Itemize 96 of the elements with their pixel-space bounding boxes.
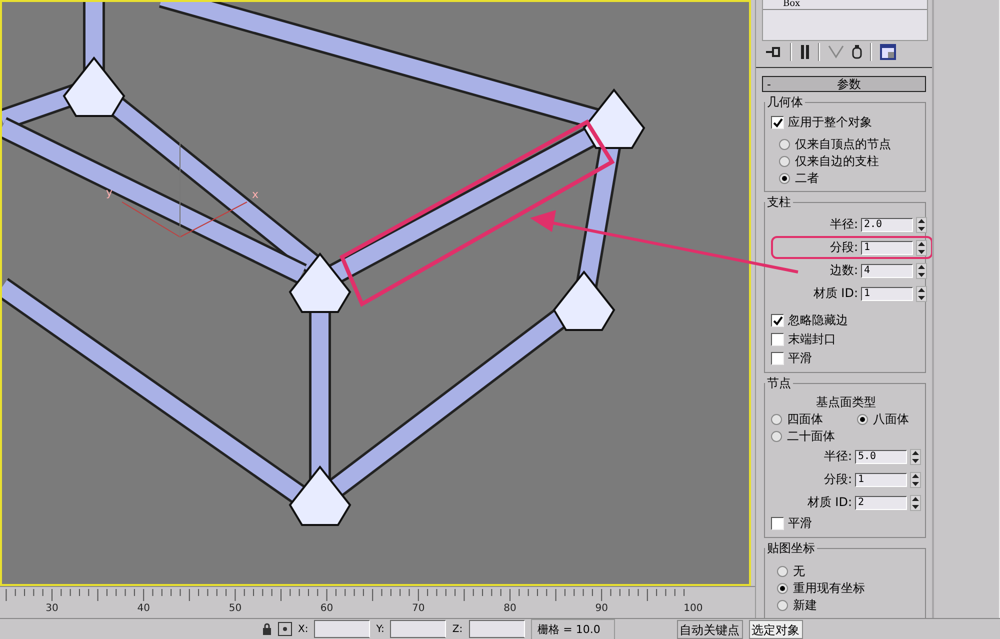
checkbox-label: 忽略隐藏边: [788, 312, 848, 330]
group-title: 节点: [766, 375, 792, 392]
crosshair-icon[interactable]: [278, 622, 292, 636]
coordinate-label: Y:: [376, 624, 384, 634]
checkbox-label: 平滑: [788, 515, 812, 532]
checkbox-label: 应用于整个对象: [788, 114, 872, 132]
spinner-arrows-icon[interactable]: [916, 216, 927, 233]
axis-tripod-icon: [122, 142, 248, 238]
subsection-title: 基点面类型: [815, 394, 877, 412]
radio-button[interactable]: [777, 583, 788, 594]
spinner-arrows-icon[interactable]: [910, 494, 921, 511]
ruler-tick-label: 80: [504, 603, 516, 613]
group-title: 贴图坐标: [766, 540, 816, 558]
spinner-arrows-icon[interactable]: [916, 240, 927, 256]
checkbox-row[interactable]: 忽略隐藏边: [771, 311, 921, 330]
spinner-field[interactable]: 1: [855, 472, 907, 487]
radio-button[interactable]: [857, 414, 868, 426]
radio-option[interactable]: 八面体: [857, 411, 921, 428]
spinner-field[interactable]: 2.0: [861, 218, 913, 232]
ruler-tick-label: 90: [595, 603, 608, 613]
radio-button[interactable]: [779, 139, 790, 150]
coordinate-label: X:: [298, 624, 308, 634]
y-coordinate-field[interactable]: [390, 620, 446, 638]
radio-option[interactable]: 二十面体: [771, 428, 847, 446]
radio-label: 仅来自顶点的节点: [795, 136, 891, 154]
ruler-tick-label: 70: [412, 603, 425, 613]
z-coordinate-field[interactable]: [468, 620, 525, 638]
spinner-field[interactable]: 1: [861, 240, 913, 255]
radio-label: 仅来自边的支柱: [795, 153, 879, 170]
coordinate-label: Z:: [452, 624, 463, 634]
spinner-field[interactable]: 1: [861, 286, 913, 301]
pipe-icon[interactable]: [800, 44, 810, 59]
checkbox-label: 平滑: [788, 350, 812, 368]
field-label: 分段:: [824, 471, 852, 488]
selection-dropdown[interactable]: 选定对象: [748, 620, 803, 638]
grid-size-readout: 栅格 = 10.0: [530, 618, 615, 639]
spinner-arrows-icon[interactable]: [910, 448, 921, 465]
spinner-arrows-icon[interactable]: [910, 472, 921, 488]
radio-label: 无: [793, 563, 805, 580]
radio-label: 八面体: [873, 411, 909, 428]
radio-label: 四面体: [787, 411, 823, 428]
pin-icon[interactable]: [766, 46, 782, 58]
ruler-tick-label: 60: [320, 603, 334, 613]
radio-button[interactable]: [771, 414, 782, 426]
field-label: 边数:: [830, 262, 858, 280]
radio-option[interactable]: 无: [777, 563, 921, 580]
checkbox[interactable]: [771, 352, 784, 366]
ruler-tick-label: 30: [46, 603, 58, 613]
checkbox[interactable]: [771, 333, 784, 346]
radio-option[interactable]: 仅来自顶点的节点: [779, 136, 921, 154]
field-label: 分段:: [830, 239, 858, 256]
checkbox[interactable]: [771, 517, 784, 530]
radio-option[interactable]: 二者: [779, 170, 921, 188]
radio-label: 二十面体: [787, 428, 835, 446]
rollout-header[interactable]: - 参数: [762, 76, 926, 92]
field-label: 半径:: [830, 216, 858, 234]
spinner-field[interactable]: 5.0: [855, 450, 907, 464]
checkbox[interactable]: [771, 116, 784, 130]
group-title: 几何体: [766, 94, 804, 112]
radio-button[interactable]: [777, 600, 788, 612]
checkbox-row[interactable]: 末端封口: [771, 330, 921, 350]
field-label: 半径:: [824, 448, 852, 466]
radio-option[interactable]: 新建: [777, 597, 921, 614]
group-title: 支柱: [766, 194, 792, 212]
ruler-tick-label: 40: [137, 603, 150, 613]
ruler-tick-label: 50: [228, 603, 242, 613]
x-coordinate-field[interactable]: [314, 620, 370, 638]
radio-option[interactable]: 重用现有坐标: [777, 580, 921, 598]
lock-icon[interactable]: [262, 623, 272, 635]
radio-label: 新建: [793, 597, 817, 614]
radio-label: 重用现有坐标: [793, 580, 865, 598]
checkbox-row[interactable]: 平滑: [771, 514, 921, 534]
scrollbar-track[interactable]: [932, 0, 1000, 618]
collapse-symbol[interactable]: -: [767, 78, 777, 91]
field-label: 材质 ID:: [813, 285, 858, 302]
checkbox[interactable]: [771, 314, 784, 328]
checkbox-label: 末端封口: [788, 331, 836, 348]
radio-button[interactable]: [779, 173, 790, 184]
spinner-field[interactable]: 2: [855, 496, 907, 510]
field-label: 材质 ID:: [807, 494, 852, 512]
radio-button[interactable]: [771, 431, 782, 442]
ruler-tick-label: 100: [684, 603, 703, 613]
spinner-arrows-icon[interactable]: [916, 262, 927, 279]
spinner-field[interactable]: 4: [861, 264, 913, 278]
checkbox-row[interactable]: 应用于整个对象: [771, 113, 921, 132]
radio-button[interactable]: [779, 156, 790, 168]
radio-option[interactable]: 仅来自边的支柱: [779, 153, 921, 170]
rollout-title: 参数: [836, 76, 862, 93]
radio-button[interactable]: [777, 566, 788, 578]
axis-label: x: [252, 188, 259, 201]
auto-key-button[interactable]: 自动关键点: [676, 620, 743, 638]
radio-label: 二者: [795, 170, 819, 188]
spinner-arrows-icon[interactable]: [916, 286, 927, 302]
configure-icon[interactable]: [880, 44, 896, 60]
checkbox-row[interactable]: 平滑: [771, 349, 921, 368]
radio-option[interactable]: 四面体: [771, 411, 847, 428]
